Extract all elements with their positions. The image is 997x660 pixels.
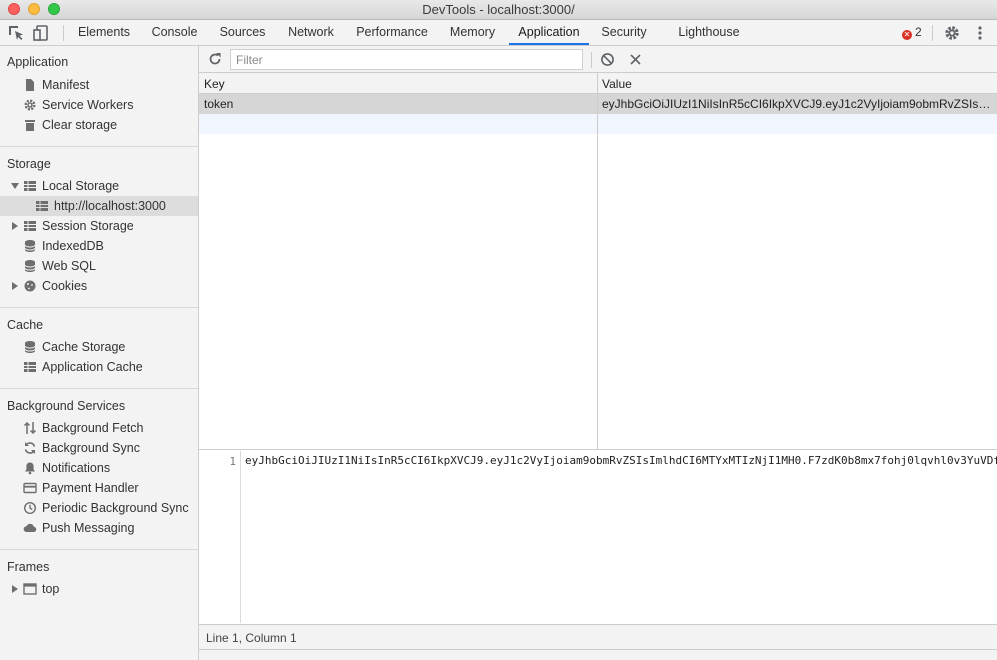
sidebar-item-manifest[interactable]: Manifest (0, 75, 198, 95)
sidebar-item-background-sync[interactable]: Background Sync (0, 438, 198, 458)
window-title-bar: DevTools - localhost:3000/ (0, 0, 997, 20)
section-divider (0, 146, 198, 147)
sidebar-item-periodic-background-sync[interactable]: Periodic Background Sync (0, 498, 198, 518)
table-icon (24, 221, 36, 231)
file-icon (26, 79, 34, 91)
application-sidebar: Application Manifest Service Workers Cle… (0, 46, 199, 660)
clock-icon (23, 501, 37, 515)
window-title: DevTools - localhost:3000/ (422, 2, 575, 17)
sidebar-item-frame-top[interactable]: top (0, 579, 198, 599)
gear-icon (24, 99, 36, 111)
storage-toolbar (199, 46, 997, 73)
collapse-arrow-icon[interactable] (12, 282, 18, 290)
tab-network[interactable]: Network (278, 20, 344, 45)
tab-application[interactable]: Application (509, 20, 589, 45)
table-icon (24, 362, 36, 372)
column-header-key[interactable]: Key (204, 77, 225, 91)
bell-icon (25, 462, 35, 475)
sidebar-item-cookies[interactable]: Cookies (0, 276, 198, 296)
expand-arrow-icon[interactable] (11, 183, 19, 189)
card-icon (23, 482, 37, 494)
more-options-icon[interactable] (971, 24, 989, 42)
key-cell[interactable]: token (204, 97, 589, 111)
column-divider[interactable] (597, 73, 598, 449)
table-row[interactable]: token eyJhbGciOiJIUzI1NiIsInR5cCI6IkpXVC… (199, 94, 997, 114)
filter-input[interactable] (230, 49, 583, 70)
sidebar-item-local-storage[interactable]: Local Storage (0, 176, 198, 196)
tab-console[interactable]: Console (142, 20, 207, 45)
trash-icon (25, 120, 35, 131)
preview-status-bar: Line 1, Column 1 (199, 624, 997, 650)
inspect-element-icon[interactable] (7, 24, 25, 42)
tab-elements[interactable]: Elements (69, 20, 139, 45)
bottom-strip (199, 650, 997, 660)
cursor-position: Line 1, Column 1 (206, 631, 297, 645)
collapse-arrow-icon[interactable] (12, 585, 18, 593)
sidebar-item-notifications[interactable]: Notifications (0, 458, 198, 478)
toolbar-divider (591, 52, 592, 68)
sidebar-item-localhost-origin[interactable]: http://localhost:3000 (0, 196, 198, 216)
settings-gear-icon[interactable] (943, 24, 961, 42)
sync-icon (24, 442, 36, 454)
sidebar-item-session-storage[interactable]: Session Storage (0, 216, 198, 236)
error-count-badge[interactable]: ✕ 2 (902, 25, 922, 40)
tab-security[interactable]: Security (594, 20, 654, 45)
collapse-arrow-icon[interactable] (12, 222, 18, 230)
value-preview-pane: 1 eyJhbGciOiJIUzI1NiIsInR5cCI6IkpXVCJ9.e… (199, 451, 997, 623)
delete-selected-icon[interactable] (628, 52, 643, 67)
sidebar-item-cache-storage[interactable]: Cache Storage (0, 337, 198, 357)
section-divider (0, 388, 198, 389)
arrows-updown-icon (23, 421, 37, 435)
database-icon (24, 341, 36, 353)
sidebar-item-indexeddb[interactable]: IndexedDB (0, 236, 198, 256)
grid-header: Key Value (199, 73, 997, 94)
cookie-icon (24, 280, 36, 292)
sidebar-item-clear-storage[interactable]: Clear storage (0, 115, 198, 135)
column-header-value[interactable]: Value (602, 77, 632, 91)
sidebar-item-push-messaging[interactable]: Push Messaging (0, 518, 198, 538)
refresh-icon[interactable] (207, 51, 223, 67)
table-icon (24, 181, 36, 191)
tab-lighthouse[interactable]: Lighthouse (672, 20, 746, 45)
section-title-frames: Frames (7, 560, 50, 574)
tab-sources[interactable]: Sources (211, 20, 274, 45)
section-title-storage: Storage (7, 157, 51, 171)
line-number-gutter: 1 (199, 451, 241, 623)
storage-data-grid: Key Value token eyJhbGciOiJIUzI1NiIsInR5… (199, 73, 997, 450)
section-title-background-services: Background Services (7, 399, 126, 413)
sidebar-item-service-workers[interactable]: Service Workers (0, 95, 198, 115)
empty-table-row[interactable] (199, 114, 997, 134)
section-divider (0, 307, 198, 308)
cloud-icon (23, 523, 37, 533)
error-count: 2 (915, 25, 922, 39)
toolbar-divider (932, 25, 933, 41)
preview-code-line[interactable]: eyJhbGciOiJIUzI1NiIsInR5cCI6IkpXVCJ9.eyJ… (245, 454, 997, 467)
sidebar-item-web-sql[interactable]: Web SQL (0, 256, 198, 276)
section-title-application: Application (7, 55, 69, 69)
error-icon: ✕ (902, 30, 912, 40)
sidebar-item-application-cache[interactable]: Application Cache (0, 357, 198, 377)
tab-memory[interactable]: Memory (442, 20, 503, 45)
section-title-cache: Cache (7, 318, 44, 332)
sidebar-item-payment-handler[interactable]: Payment Handler (0, 478, 198, 498)
devtools-tab-bar: Elements Console Sources Network Perform… (0, 20, 997, 46)
section-divider (0, 549, 198, 550)
table-icon (36, 201, 48, 211)
frame-icon (23, 583, 37, 595)
toolbar-divider (63, 25, 64, 41)
tab-performance[interactable]: Performance (349, 20, 435, 45)
value-cell[interactable]: eyJhbGciOiJIUzI1NiIsInR5cCI6IkpXVCJ9.eyJ… (602, 97, 991, 111)
line-number: 1 (229, 455, 236, 468)
device-toolbar-icon[interactable] (33, 24, 51, 42)
clear-all-icon[interactable] (600, 52, 615, 67)
sidebar-item-background-fetch[interactable]: Background Fetch (0, 418, 198, 438)
database-icon (24, 240, 36, 252)
database-icon (24, 260, 36, 272)
